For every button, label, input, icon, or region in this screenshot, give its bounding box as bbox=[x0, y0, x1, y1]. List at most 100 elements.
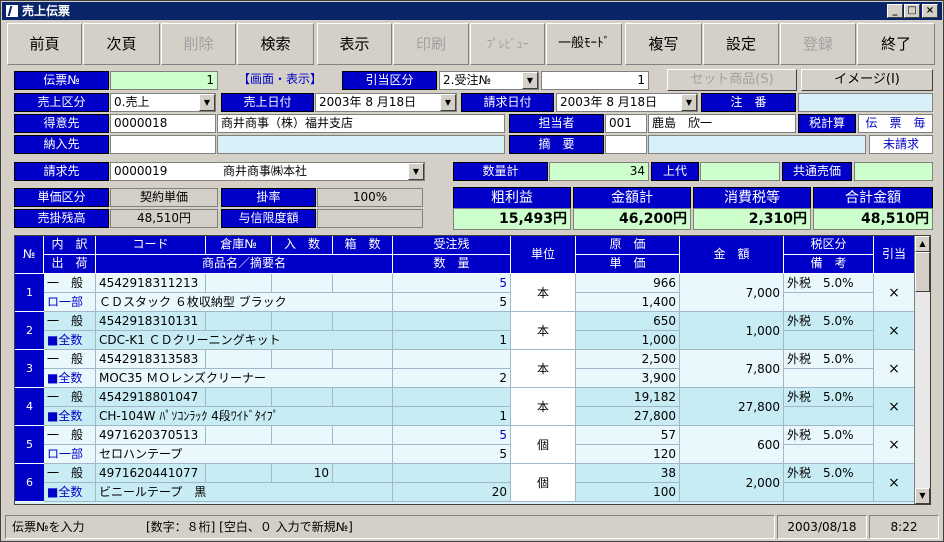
tanka-cell[interactable]: 27,800 bbox=[576, 407, 680, 426]
irisu-cell[interactable] bbox=[272, 350, 333, 369]
hakosu-cell[interactable] bbox=[333, 388, 393, 407]
tanka-cell[interactable]: 3,900 bbox=[576, 369, 680, 388]
vertical-scrollbar[interactable]: ▲ ▼ bbox=[914, 236, 930, 504]
zei-cell[interactable]: 外税 5.0% bbox=[784, 464, 874, 483]
delete-button[interactable]: 削除 bbox=[161, 23, 236, 65]
suryo-cell[interactable]: 20 bbox=[393, 483, 511, 502]
suryo-cell[interactable]: 5 bbox=[393, 445, 511, 464]
irisu-cell[interactable] bbox=[272, 426, 333, 445]
suryo-cell[interactable]: 5 bbox=[393, 293, 511, 312]
biko-cell[interactable] bbox=[784, 331, 874, 350]
minimize-button[interactable]: _ bbox=[887, 4, 903, 18]
genka-cell[interactable]: 650 bbox=[576, 312, 680, 331]
uchiwake-cell[interactable]: 一 般 bbox=[44, 426, 96, 445]
close-button[interactable]: × bbox=[922, 4, 938, 18]
soko-cell[interactable] bbox=[206, 350, 272, 369]
copy-button[interactable]: 複写 bbox=[625, 23, 702, 65]
shukka-cell[interactable]: ロ一部 bbox=[44, 293, 96, 312]
suryo-cell[interactable]: 1 bbox=[393, 331, 511, 350]
tokuisaki-name[interactable]: 商井商事（株）福井支店 bbox=[217, 114, 505, 133]
soko-cell[interactable] bbox=[206, 388, 272, 407]
uriage-date-picker[interactable]: 2003年 8 月18日 ▼ bbox=[315, 93, 457, 112]
tekiyo-code-input[interactable] bbox=[605, 135, 647, 154]
nonyu-code-input[interactable] bbox=[110, 135, 216, 154]
scroll-thumb[interactable] bbox=[915, 252, 930, 292]
display-button[interactable]: 表示 bbox=[317, 23, 392, 65]
uchiwake-cell[interactable]: 一 般 bbox=[44, 464, 96, 483]
zei-cell[interactable]: 外税 5.0% bbox=[784, 312, 874, 331]
code-cell[interactable]: 4542918310131 bbox=[96, 312, 206, 331]
uchiwake-cell[interactable]: 一 般 bbox=[44, 274, 96, 293]
scroll-down-icon[interactable]: ▼ bbox=[915, 488, 930, 504]
shukka-cell[interactable]: ロ一部 bbox=[44, 445, 96, 464]
hikiate-cell[interactable]: × bbox=[874, 464, 915, 502]
hikiate-cell[interactable]: × bbox=[874, 350, 915, 388]
hakosu-cell[interactable] bbox=[333, 274, 393, 293]
irisu-cell[interactable]: 10 bbox=[272, 464, 333, 483]
hikiate-no-input[interactable]: 1 bbox=[541, 71, 649, 90]
prev-page-button[interactable]: 前頁 bbox=[7, 23, 82, 65]
tanka-cell[interactable]: 100 bbox=[576, 483, 680, 502]
uchiwake-cell[interactable]: 一 般 bbox=[44, 388, 96, 407]
chevron-down-icon[interactable]: ▼ bbox=[681, 94, 697, 111]
shohin-name-cell[interactable]: セロハンテープ bbox=[96, 445, 393, 464]
shohin-name-cell[interactable]: ビニールテープ 黒 bbox=[96, 483, 393, 502]
chevron-down-icon[interactable]: ▼ bbox=[199, 94, 215, 111]
set-product-button[interactable]: セット商品(S) bbox=[667, 69, 797, 91]
zei-cell[interactable]: 外税 5.0% bbox=[784, 426, 874, 445]
next-page-button[interactable]: 次頁 bbox=[83, 23, 160, 65]
chevron-down-icon[interactable]: ▼ bbox=[408, 163, 424, 180]
irisu-cell[interactable] bbox=[272, 388, 333, 407]
code-cell[interactable]: 4542918801047 bbox=[96, 388, 206, 407]
tani-cell[interactable]: 本 bbox=[511, 388, 576, 426]
hikiate-cell[interactable]: × bbox=[874, 274, 915, 312]
chuban-input[interactable] bbox=[798, 93, 933, 112]
biko-cell[interactable] bbox=[784, 445, 874, 464]
seikyusaki-select[interactable]: 0000019 商井商事㈱本社 ▼ bbox=[110, 162, 425, 181]
irisu-cell[interactable] bbox=[272, 274, 333, 293]
print-button[interactable]: 印刷 bbox=[393, 23, 469, 65]
biko-cell[interactable] bbox=[784, 483, 874, 502]
suryo-cell[interactable]: 1 bbox=[393, 407, 511, 426]
soko-cell[interactable] bbox=[206, 426, 272, 445]
code-cell[interactable]: 4542918311213 bbox=[96, 274, 206, 293]
tani-cell[interactable]: 個 bbox=[511, 464, 576, 502]
hakosu-cell[interactable] bbox=[333, 350, 393, 369]
zei-cell[interactable]: 外税 5.0% bbox=[784, 350, 874, 369]
hikiate-select[interactable]: 2.受注№ ▼ bbox=[439, 71, 539, 90]
soko-cell[interactable] bbox=[206, 464, 272, 483]
suryo-cell[interactable]: 2 bbox=[393, 369, 511, 388]
tani-cell[interactable]: 本 bbox=[511, 274, 576, 312]
preview-button[interactable]: ﾌﾟﾚﾋﾞｭｰ bbox=[470, 23, 545, 65]
chevron-down-icon[interactable]: ▼ bbox=[522, 72, 538, 89]
image-button[interactable]: イメージ(I) bbox=[801, 69, 933, 91]
tokuisaki-code-input[interactable]: 0000018 bbox=[110, 114, 216, 133]
uriage-kubun-select[interactable]: 0.売上 ▼ bbox=[110, 93, 216, 112]
settings-button[interactable]: 設定 bbox=[703, 23, 779, 65]
hakosu-cell[interactable] bbox=[333, 312, 393, 331]
code-cell[interactable]: 4971620441077 bbox=[96, 464, 206, 483]
hikiate-cell[interactable]: × bbox=[874, 388, 915, 426]
tanka-cell[interactable]: 120 bbox=[576, 445, 680, 464]
biko-cell[interactable] bbox=[784, 293, 874, 312]
seikyu-date-picker[interactable]: 2003年 8 月18日 ▼ bbox=[556, 93, 698, 112]
shukka-cell[interactable]: ■全数 bbox=[44, 407, 96, 426]
irisu-cell[interactable] bbox=[272, 312, 333, 331]
shukka-cell[interactable]: ■全数 bbox=[44, 483, 96, 502]
hikiate-cell[interactable]: × bbox=[874, 426, 915, 464]
tanka-cell[interactable]: 1,400 bbox=[576, 293, 680, 312]
hikiate-cell[interactable]: × bbox=[874, 312, 915, 350]
shohin-name-cell[interactable]: ＣＤスタック ６枚収納型 ブラック bbox=[96, 293, 393, 312]
shukka-cell[interactable]: ■全数 bbox=[44, 369, 96, 388]
register-button[interactable]: 登録 bbox=[780, 23, 856, 65]
zei-cell[interactable]: 外税 5.0% bbox=[784, 274, 874, 293]
hakosu-cell[interactable] bbox=[333, 426, 393, 445]
shohin-name-cell[interactable]: CDC-K1 ＣＤクリーニングキット bbox=[96, 331, 393, 350]
genka-cell[interactable]: 19,182 bbox=[576, 388, 680, 407]
genka-cell[interactable]: 57 bbox=[576, 426, 680, 445]
tani-cell[interactable]: 個 bbox=[511, 426, 576, 464]
scroll-up-icon[interactable]: ▲ bbox=[915, 236, 930, 252]
biko-cell[interactable] bbox=[784, 369, 874, 388]
denpyo-no-input[interactable]: 1 bbox=[110, 71, 218, 90]
code-cell[interactable]: 4542918313583 bbox=[96, 350, 206, 369]
